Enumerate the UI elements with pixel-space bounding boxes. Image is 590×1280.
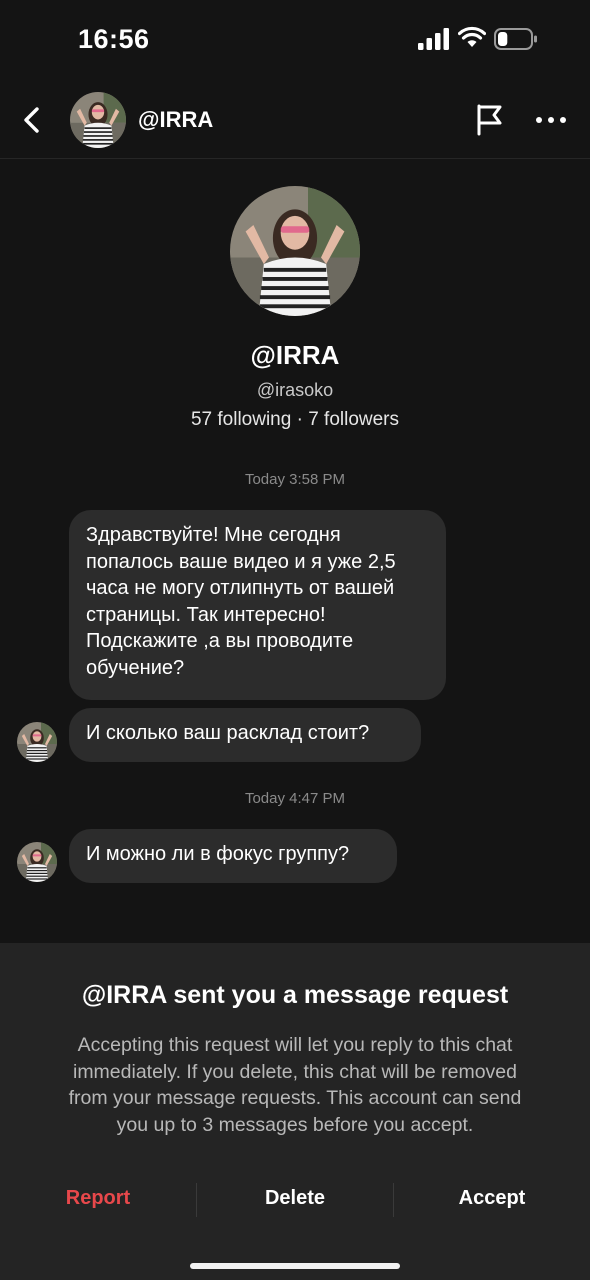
chat-header: @IRRA (0, 82, 590, 159)
request-description: Accepting this request will let you repl… (40, 1032, 550, 1138)
accept-button[interactable]: Accept (394, 1187, 590, 1210)
request-description-line: from your message requests. This account… (68, 1087, 522, 1109)
message-timestamp: Today 4:47 PM (244, 790, 346, 807)
profile-name: @IRRA (250, 340, 340, 370)
message-line: Подскажите ,а вы проводите (86, 630, 354, 652)
delete-button[interactable]: Delete (197, 1187, 393, 1210)
message-line: обучение? (86, 656, 185, 679)
more-options-icon[interactable] (534, 108, 568, 132)
cellular-signal-icon (418, 28, 449, 50)
message-line: страницы. Так интересно! (86, 603, 326, 626)
back-button[interactable] (18, 104, 46, 136)
request-description-line: you up to 3 messages before you accept. (116, 1113, 474, 1136)
message-line: попалось ваше видео и я уже 2,5 (86, 550, 396, 573)
sender-avatar[interactable] (17, 722, 57, 762)
message-bubble[interactable]: И сколько ваш расклад стоит? (69, 708, 421, 762)
profile-avatar[interactable] (230, 186, 360, 316)
header-username[interactable]: @IRRA (138, 107, 213, 133)
message-request-panel: @IRRA sent you a message request Accepti… (0, 943, 590, 1280)
wifi-icon (458, 26, 486, 47)
profile-handle: @irasoko (256, 380, 334, 400)
header-avatar[interactable] (70, 92, 126, 148)
report-flag-icon[interactable] (474, 102, 506, 136)
report-button[interactable]: Report (0, 1187, 196, 1210)
profile-stats: 57 following · 7 followers (190, 409, 400, 430)
request-description-line: Accepting this request will let you repl… (77, 1034, 513, 1056)
status-time: 16:56 (78, 24, 150, 54)
message-text: И сколько ваш расклад стоит? (86, 722, 370, 744)
message-text: И можно ли в фокус группу? (86, 843, 350, 865)
status-bar: 16:56 (0, 0, 590, 80)
message-bubble[interactable]: И можно ли в фокус группу? (69, 829, 397, 883)
battery-icon (494, 28, 537, 50)
message-line: часа не могу отлипнуть от вашей (86, 577, 395, 599)
request-title: @IRRA sent you a message request (81, 981, 509, 1009)
message-timestamp: Today 3:58 PM (244, 471, 346, 488)
home-indicator[interactable] (190, 1263, 400, 1269)
sender-avatar[interactable] (17, 842, 57, 882)
message-bubble[interactable]: Здравствуйте! Мне сегодня попалось ваше … (69, 510, 446, 700)
message-line: Здравствуйте! Мне сегодня (86, 524, 341, 546)
request-description-line: immediately. If you delete, this chat wi… (72, 1060, 517, 1083)
